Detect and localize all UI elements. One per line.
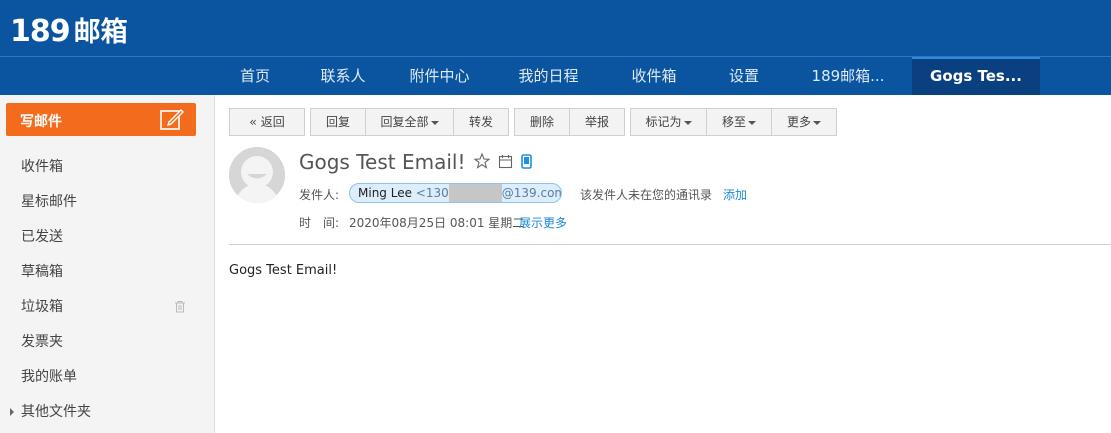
redacted-block	[448, 184, 502, 202]
tab-home[interactable]: 首页	[210, 57, 300, 95]
tab-attachments[interactable]: 附件中心	[386, 57, 493, 95]
sender-name: Ming Lee	[358, 186, 412, 200]
sidebar-item-starred[interactable]: 星标邮件	[0, 187, 214, 217]
tab-189-mailbox[interactable]: 189邮箱...	[784, 57, 912, 95]
from-label: 发件人:	[299, 188, 340, 202]
time-label: 时 间:	[299, 216, 340, 230]
compose-label: 写邮件	[20, 114, 62, 130]
email-body: Gogs Test Email!	[229, 263, 338, 278]
sender-address-suffix: @139.com>	[501, 186, 561, 200]
sidebar: 写邮件 收件箱 星标邮件 已发送 草稿箱 垃圾箱 发票夹 我的账单 其他文件夹	[0, 95, 215, 433]
header-body-divider	[229, 244, 1111, 245]
sender-avatar	[229, 147, 285, 203]
sidebar-item-trash-label: 垃圾箱	[21, 299, 63, 315]
brand-logo[interactable]: 189 邮箱	[10, 10, 128, 49]
logo-number: 189	[10, 14, 71, 49]
not-in-contacts-text: 该发件人未在您的通讯录	[580, 188, 713, 202]
compose-icon	[160, 109, 184, 130]
sidebar-item-sent[interactable]: 已发送	[0, 222, 214, 252]
sidebar-item-other-folders-label: 其他文件夹	[21, 404, 91, 420]
more-label: 更多	[786, 115, 811, 129]
time-value: 2020年08月25日 08:01 星期二	[349, 216, 525, 230]
reply-all-button[interactable]: 回复全部	[366, 108, 454, 136]
reply-button[interactable]: 回复	[310, 108, 366, 136]
email-toolbar: ‹‹ 返回 回复 回复全部 转发 删除 举报 标记为 移至 更多	[229, 108, 842, 136]
back-button-label: 返回	[260, 115, 285, 129]
dropdown-arrow-icon	[813, 120, 821, 125]
move-to-label: 移至	[721, 115, 746, 129]
expand-caret-icon	[10, 408, 14, 416]
trash-icon[interactable]	[174, 300, 186, 313]
calendar-icon[interactable]	[498, 154, 513, 169]
dropdown-arrow-icon	[683, 120, 692, 125]
tab-inbox[interactable]: 收件箱	[604, 57, 704, 95]
tab-current-email[interactable]: Gogs Tes...	[912, 57, 1040, 95]
sidebar-item-inbox[interactable]: 收件箱	[0, 152, 214, 182]
mark-as-label: 标记为	[645, 115, 682, 129]
dropdown-arrow-icon	[430, 120, 439, 125]
sidebar-item-invoices[interactable]: 发票夹	[0, 327, 214, 357]
email-subject: Gogs Test Email!	[299, 150, 466, 174]
add-contact-link[interactable]: 添加	[723, 186, 747, 203]
main-nav: 首页 联系人 附件中心 我的日程 收件箱 设置 189邮箱... Gogs Te…	[210, 57, 1040, 95]
move-to-button[interactable]: 移至	[707, 108, 772, 136]
back-chevron-icon: ‹‹	[249, 115, 256, 129]
forward-button[interactable]: 转发	[454, 108, 509, 136]
sidebar-item-trash[interactable]: 垃圾箱	[0, 292, 214, 322]
report-button[interactable]: 举报	[570, 108, 625, 136]
mark-as-button[interactable]: 标记为	[630, 108, 707, 136]
subject-actions	[474, 153, 532, 169]
avatar-face-icon	[229, 147, 285, 203]
compose-button[interactable]: 写邮件	[6, 103, 196, 136]
reply-all-label: 回复全部	[380, 115, 429, 129]
tab-calendar[interactable]: 我的日程	[493, 57, 604, 95]
delete-button[interactable]: 删除	[514, 108, 570, 136]
sender-address-prefix: <130	[415, 186, 449, 200]
star-icon[interactable]	[474, 153, 490, 169]
sidebar-item-bills[interactable]: 我的账单	[0, 362, 214, 392]
sidebar-item-drafts[interactable]: 草稿箱	[0, 257, 214, 287]
dropdown-arrow-icon	[748, 120, 756, 125]
sender-chip[interactable]: Ming Lee <130 @139.com>	[349, 183, 562, 203]
more-button[interactable]: 更多	[772, 108, 837, 136]
show-more-link[interactable]: 展示更多	[519, 214, 567, 231]
logo-text: 邮箱	[73, 17, 128, 48]
sidebar-item-other-folders[interactable]: 其他文件夹	[0, 397, 214, 427]
back-button[interactable]: ‹‹ 返回	[229, 108, 305, 136]
tab-settings[interactable]: 设置	[704, 57, 784, 95]
mobile-phone-icon[interactable]	[521, 153, 532, 169]
tab-contacts[interactable]: 联系人	[300, 57, 386, 95]
